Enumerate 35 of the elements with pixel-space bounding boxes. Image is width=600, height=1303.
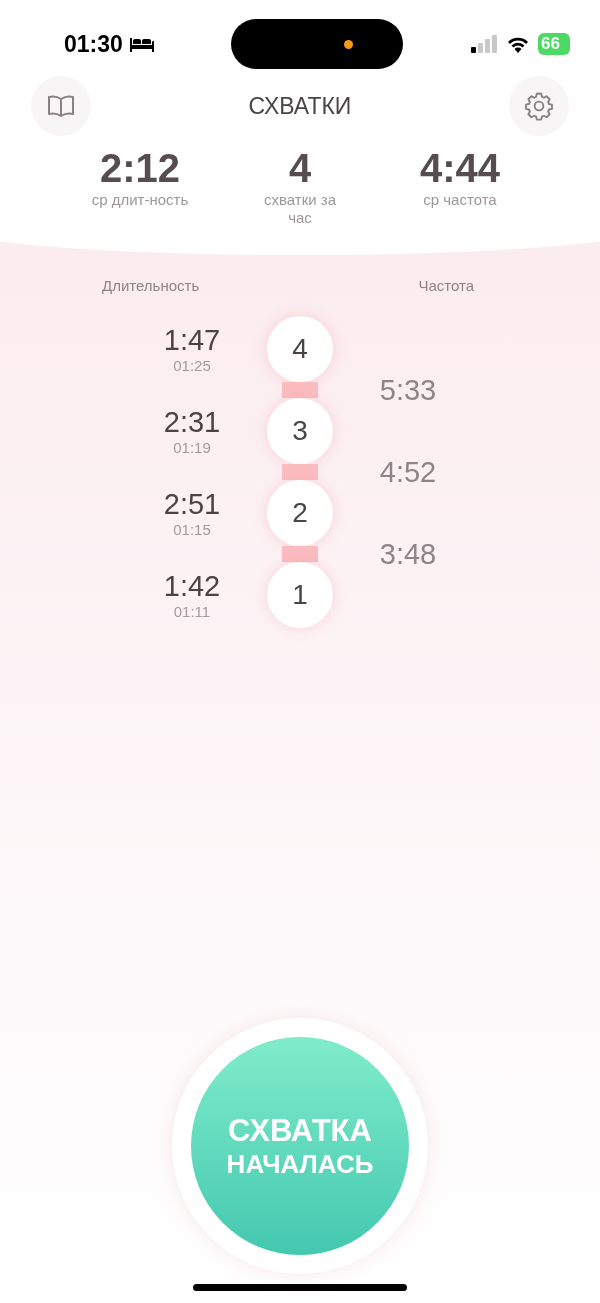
stat-value: 4:44 — [419, 146, 501, 191]
interval-value: 3:48 — [379, 536, 437, 572]
duration-value: 1:42 — [163, 570, 221, 603]
connector — [282, 382, 318, 398]
wifi-icon — [506, 35, 531, 53]
connector — [282, 546, 318, 562]
duration-value: 2:31 — [163, 406, 221, 439]
stat-value: 2:12 — [99, 146, 181, 191]
interval-value: 4:52 — [379, 454, 437, 490]
status-time: 01:30 — [64, 30, 123, 58]
interval-value: 5:33 — [379, 372, 437, 408]
battery-indicator: 66 — [538, 33, 570, 55]
stat-label: схватки за час — [263, 191, 337, 227]
duration-value: 2:51 — [163, 488, 221, 521]
column-heading: Частота — [418, 277, 474, 294]
duration-value: 1:47 — [163, 324, 221, 357]
screen-title: СХВАТКИ — [248, 92, 352, 120]
contraction-number: 4 — [267, 316, 333, 382]
book-icon — [47, 94, 75, 118]
start-contraction-button[interactable]: СХВАТКА НАЧАЛАСЬ — [191, 1037, 409, 1255]
start-time: 01:15 — [173, 521, 211, 538]
stat-label: ср частота — [423, 191, 497, 209]
settings-icon — [524, 91, 554, 121]
contraction-number: 2 — [267, 480, 333, 546]
column-heading: Длительность — [102, 277, 200, 294]
start-time: 01:25 — [173, 357, 211, 374]
stat-label: ср длит-ность — [91, 191, 189, 209]
stat-value: 4 — [288, 146, 312, 191]
contraction-number: 3 — [267, 398, 333, 464]
signal-icon — [470, 35, 499, 53]
bed-icon — [128, 36, 155, 52]
connector — [282, 464, 318, 480]
start-time: 01:11 — [173, 603, 211, 620]
start-time: 01:19 — [173, 439, 211, 456]
contraction-number: 1 — [267, 562, 333, 628]
